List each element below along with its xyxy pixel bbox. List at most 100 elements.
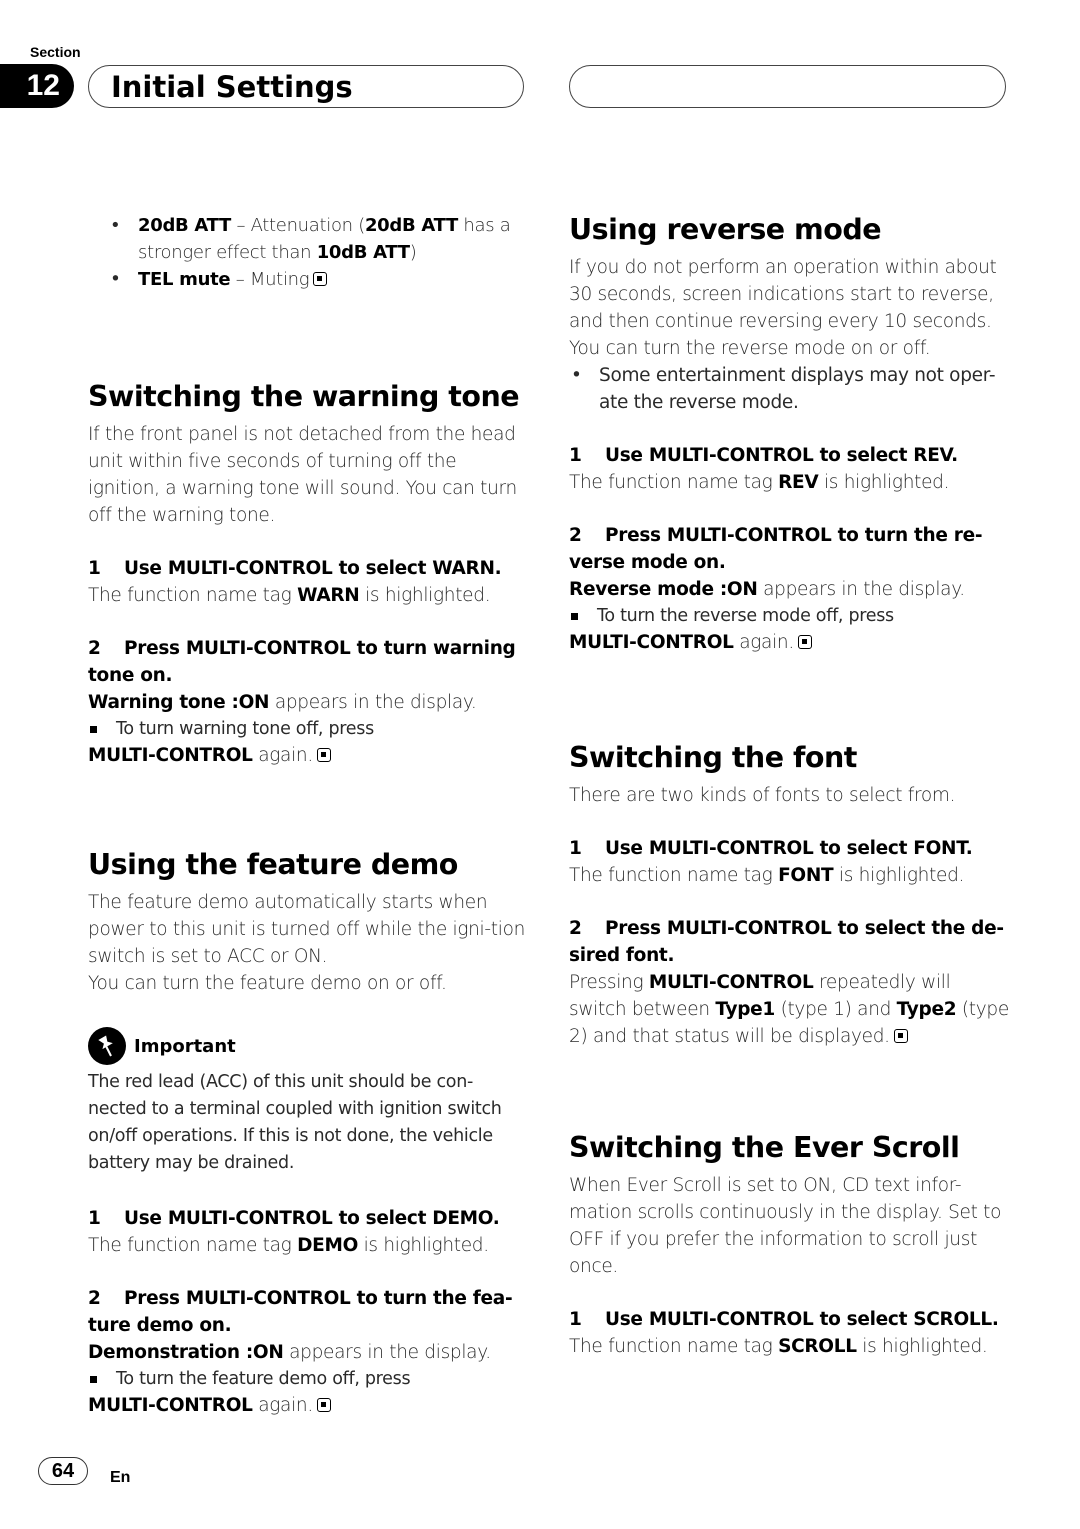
bullet-icon: •: [110, 215, 121, 236]
step-1: 1 Use MULTI-CONTROL to select WARN.: [88, 555, 528, 582]
att-list: • 20dB ATT – Attenuation (20dB ATT has a…: [88, 212, 528, 293]
end-mark-icon: [316, 1398, 331, 1412]
left-column: • 20dB ATT – Attenuation (20dB ATT has a…: [88, 212, 528, 1419]
reverse-intro-2: You can turn the reverse mode on or off.: [569, 338, 931, 359]
heading-feature-demo: Using the feature demo: [88, 848, 458, 881]
step-text: Press MULTI-CONTROL to turn the re-verse…: [569, 525, 983, 573]
note-text: To turn the reverse mode off, press: [597, 606, 894, 626]
warning-intro: If the front panel is not detached from …: [88, 424, 517, 526]
step-text: Use MULTI-CONTROL to select REV.: [605, 445, 958, 466]
step-number: 1: [569, 1309, 582, 1330]
type1-label: Type1: [715, 999, 775, 1020]
display-status: Demonstration :ON: [88, 1342, 284, 1363]
step-1: 1 Use MULTI-CONTROL to select SCROLL.: [569, 1306, 1009, 1333]
step-number: 2: [569, 918, 582, 939]
heading-reverse-mode: Using reverse mode: [569, 213, 882, 246]
page-number: 64: [38, 1457, 88, 1485]
important-label: Important: [134, 1035, 236, 1057]
att-bold: 10dB ATT: [316, 242, 410, 263]
important-header: Important: [88, 1027, 528, 1065]
note: To turn the feature demo off, press: [88, 1366, 528, 1392]
note-square-icon: [88, 1366, 116, 1392]
att-bold: 20dB ATT: [364, 215, 458, 236]
font-intro: There are two kinds of fonts to select f…: [569, 785, 956, 806]
note-text: again.: [252, 1395, 313, 1416]
step-text: Use MULTI-CONTROL to select WARN.: [124, 558, 502, 579]
step-text: Press MULTI-CONTROL to turn warning tone…: [88, 638, 516, 686]
bullet-icon: •: [110, 269, 121, 290]
step-1-result: The function name tag WARN is highlighte…: [88, 582, 528, 609]
result-text: The function name tag: [569, 472, 779, 493]
step-1-result: The function name tag SCROLL is highligh…: [569, 1333, 1009, 1360]
step-1: 1 Use MULTI-CONTROL to select REV.: [569, 442, 1009, 469]
display-message: Warning tone :ON appears in the display.: [88, 689, 528, 716]
function-tag: FONT: [778, 865, 834, 886]
note: To turn the reverse mode off, press: [569, 603, 1009, 629]
note-continued: MULTI-CONTROL again.: [569, 629, 1009, 656]
step-number: 1: [88, 1208, 101, 1229]
language-code: En: [110, 1469, 131, 1486]
step-number: 2: [88, 638, 101, 659]
body-text: (type 1) and: [774, 999, 897, 1020]
step-number: 1: [569, 838, 582, 859]
pushpin-icon: [88, 1027, 126, 1065]
note-continued: MULTI-CONTROL again.: [88, 1392, 528, 1419]
dash: –: [230, 269, 250, 290]
step-2: 2 Press MULTI-CONTROL to turn warning ton…: [88, 635, 528, 689]
step-1-result: The function name tag DEMO is highlighte…: [88, 1232, 528, 1259]
important-text: The red lead (ACC) of this unit should b…: [88, 1072, 502, 1173]
display-status: Reverse mode :ON: [569, 579, 758, 600]
section-label: Section: [30, 44, 81, 60]
heading-warning-tone: Switching the warning tone: [88, 380, 520, 413]
step-number: 2: [88, 1288, 101, 1309]
reverse-intro: If you do not perform an operation withi…: [569, 257, 997, 332]
display-text: appears in the display.: [269, 692, 477, 713]
end-mark-icon: [313, 272, 328, 286]
step-1: 1 Use MULTI-CONTROL to select DEMO.: [88, 1205, 528, 1232]
step-text: Use MULTI-CONTROL to select SCROLL.: [605, 1309, 999, 1330]
list-item: • TEL mute – Muting: [88, 266, 528, 293]
result-text: is highlighted.: [358, 1235, 490, 1256]
function-tag: WARN: [297, 585, 360, 606]
note-square-icon: [569, 603, 597, 629]
scroll-intro: When Ever Scroll is set to ON, CD text i…: [569, 1175, 1002, 1277]
att-term: TEL mute: [138, 269, 231, 290]
heading-font: Switching the font: [569, 741, 857, 774]
step-number: 1: [569, 445, 582, 466]
att-desc: ): [409, 242, 417, 263]
page-title: Initial Settings: [88, 65, 524, 108]
display-status: Warning tone :ON: [88, 692, 270, 713]
result-text: The function name tag: [88, 1235, 298, 1256]
dash: –: [231, 215, 251, 236]
list-item: • 20dB ATT – Attenuation (20dB ATT has a…: [88, 212, 528, 266]
att-desc: Attenuation (: [250, 215, 366, 236]
note-text: To turn the feature demo off, press: [116, 1369, 411, 1389]
display-message: Reverse mode :ON appears in the display.: [569, 576, 1009, 603]
function-tag: REV: [778, 472, 819, 493]
font-body: Pressing MULTI-CONTROL repeatedly will s…: [569, 969, 1009, 1050]
bullet-icon: •: [571, 365, 582, 386]
note-text: To turn warning tone off, press: [116, 719, 374, 739]
function-tag: DEMO: [297, 1235, 358, 1256]
demo-intro-2: You can turn the feature demo on or off.: [88, 973, 447, 994]
note: To turn warning tone off, press: [88, 716, 528, 742]
result-text: The function name tag: [569, 865, 779, 886]
demo-intro: The feature demo automatically starts wh…: [88, 892, 526, 967]
result-text: is highlighted.: [856, 1336, 988, 1357]
display-text: appears in the display.: [283, 1342, 491, 1363]
display-text: appears in the display.: [757, 579, 965, 600]
result-text: is highlighted.: [359, 585, 491, 606]
result-text: is highlighted.: [818, 472, 950, 493]
step-1: 1 Use MULTI-CONTROL to select FONT.: [569, 835, 1009, 862]
section-number-badge: 12: [0, 64, 74, 108]
display-message: Demonstration :ON appears in the display…: [88, 1339, 528, 1366]
att-term: 20dB ATT: [138, 215, 232, 236]
note-text: again.: [252, 745, 313, 766]
result-text: The function name tag: [569, 1336, 779, 1357]
control-name: MULTI-CONTROL: [88, 1395, 253, 1416]
end-mark-icon: [893, 1029, 908, 1043]
control-name: MULTI-CONTROL: [88, 745, 253, 766]
step-text: Use MULTI-CONTROL to select DEMO.: [124, 1208, 500, 1229]
step-2: 2 Press MULTI-CONTROL to turn the fea-tur…: [88, 1285, 528, 1339]
end-mark-icon: [316, 748, 331, 762]
